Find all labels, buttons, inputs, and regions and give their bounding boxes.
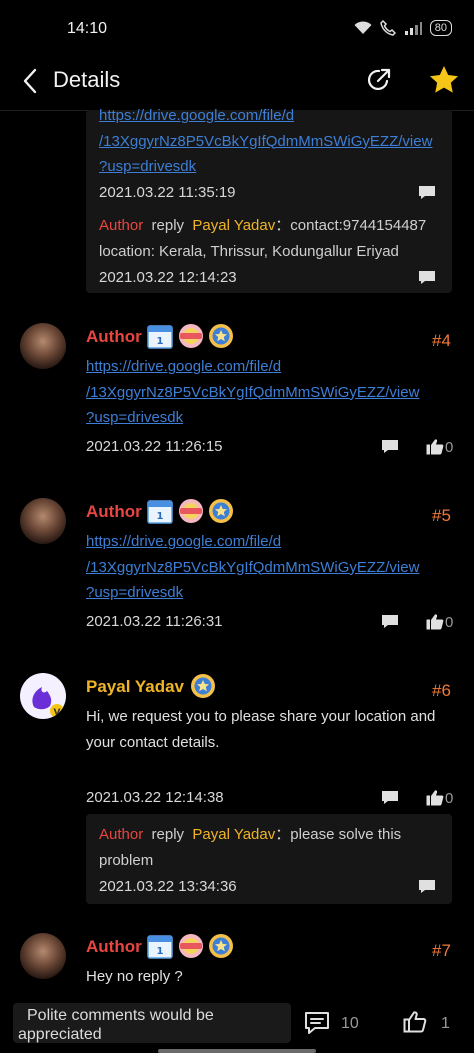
floor-number: #6 — [432, 681, 451, 700]
reply-text-line2: problem — [99, 852, 154, 869]
reply-text-line2: location: Kerala, Thrissur, Kodungallur … — [99, 243, 399, 260]
reply-author: Author — [99, 826, 144, 843]
drive-link[interactable]: https://drive.google.com/file/d /13Xggyr… — [86, 354, 419, 431]
avatar[interactable] — [20, 933, 66, 979]
reply-target: Payal Yadav — [192, 217, 276, 234]
reply-entry: Author reply Payal Yadav：please solve th… — [99, 822, 444, 874]
welcome-badge-icon — [178, 323, 204, 349]
reply-bubble-icon[interactable] — [381, 614, 399, 629]
avatar[interactable] — [20, 498, 66, 544]
reply-word: reply — [151, 217, 185, 234]
reply-bubble-icon[interactable] — [418, 879, 436, 894]
timestamp: 2021.03.22 12:14:23 — [99, 269, 237, 286]
star-medal-badge-icon — [190, 673, 216, 699]
floor-number: #5 — [432, 506, 451, 525]
timestamp: 2021.03.22 11:26:15 — [86, 438, 223, 455]
reply-bubble-icon[interactable] — [418, 270, 436, 285]
svg-text:V: V — [54, 708, 61, 718]
share-icon[interactable] — [365, 66, 393, 94]
comment-list-icon[interactable] — [304, 1011, 330, 1035]
star-medal-badge-icon — [208, 933, 234, 959]
commenter-name[interactable]: Author — [86, 502, 142, 522]
avatar[interactable]: V — [20, 673, 66, 719]
commenter-name[interactable]: Payal Yadav — [86, 677, 184, 697]
timestamp: 2021.03.22 11:35:19 — [99, 184, 236, 201]
like-count: 0 — [445, 614, 454, 631]
avatar[interactable] — [20, 323, 66, 369]
welcome-badge-icon — [178, 933, 204, 959]
like-thumb-outline-icon[interactable] — [403, 1010, 427, 1034]
reply-text: contact:9744154487 — [290, 217, 427, 234]
calendar-badge-icon — [147, 933, 173, 959]
like-count: 0 — [445, 790, 454, 807]
star-medal-badge-icon — [208, 498, 234, 524]
star-medal-badge-icon — [208, 323, 234, 349]
commenter-name[interactable]: Author — [86, 327, 142, 347]
comment-text: Hi, we request you to please share your … — [86, 708, 436, 751]
like-count: 0 — [445, 439, 454, 456]
like-count: 1 — [441, 1015, 450, 1032]
status-icons: 80 — [354, 20, 452, 36]
status-time: 14:10 — [67, 20, 108, 37]
reply-word: reply — [151, 826, 185, 843]
comment-text: Hey no reply ? — [86, 968, 183, 985]
reply-target: Payal Yadav — [192, 826, 276, 843]
comment-input-placeholder[interactable]: Polite comments would be appreciated — [13, 1006, 291, 1044]
gesture-navigation-bar[interactable] — [158, 1049, 316, 1053]
drive-link[interactable]: https://drive.google.com/file/d /13Xggyr… — [86, 529, 419, 606]
reply-author: Author — [99, 217, 144, 234]
reply-bubble-icon[interactable] — [381, 790, 399, 805]
commenter-name[interactable]: Author — [86, 937, 142, 957]
call-icon — [379, 20, 396, 36]
floor-number: #7 — [432, 941, 451, 960]
like-thumb-icon[interactable] — [426, 438, 444, 455]
comment-count: 10 — [341, 1015, 359, 1032]
calendar-badge-icon — [147, 323, 173, 349]
battery-indicator: 80 — [429, 20, 452, 36]
timestamp: 2021.03.22 13:34:36 — [99, 878, 237, 895]
timestamp: 2021.03.22 11:26:31 — [86, 613, 223, 630]
timestamp: 2021.03.22 12:14:38 — [86, 789, 224, 806]
favorite-star-icon[interactable] — [428, 64, 460, 96]
page-title: Details — [53, 67, 121, 92]
like-thumb-icon[interactable] — [426, 613, 444, 630]
reply-bubble-icon[interactable] — [418, 185, 436, 200]
floor-number: #4 — [432, 331, 451, 350]
wifi-icon — [354, 21, 372, 34]
welcome-badge-icon — [178, 498, 204, 524]
drive-link[interactable]: https://drive.google.com/file/d /13Xggyr… — [99, 103, 432, 180]
like-thumb-icon[interactable] — [426, 789, 444, 806]
signal-icon — [404, 22, 422, 35]
calendar-badge-icon — [147, 498, 173, 524]
back-arrow-icon[interactable] — [18, 66, 44, 96]
flame-logo-icon: V — [32, 687, 64, 718]
reply-entry: Author reply Payal Yadav：contact:9744154… — [99, 213, 444, 265]
reply-bubble-icon[interactable] — [381, 439, 399, 454]
reply-text: please solve this — [290, 826, 402, 843]
